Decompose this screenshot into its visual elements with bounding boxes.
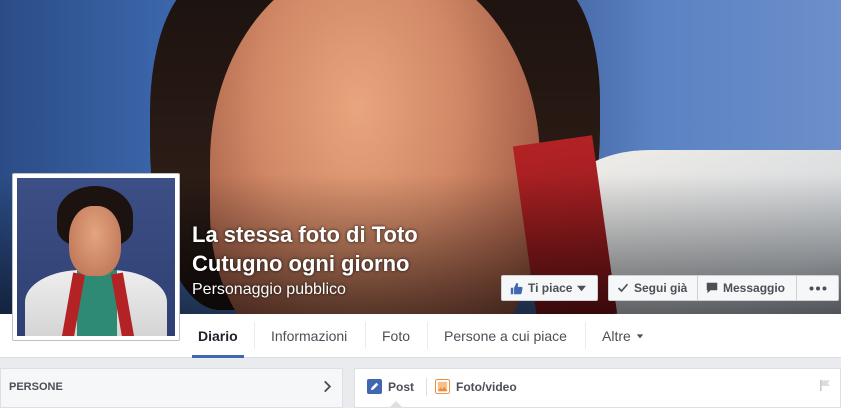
profile-picture[interactable] xyxy=(12,173,180,341)
follow-button-label: Segui già xyxy=(634,281,688,295)
composer-tab-post[interactable]: Post xyxy=(367,379,414,394)
pencil-icon xyxy=(367,379,382,394)
like-button[interactable]: Ti piace xyxy=(501,275,598,301)
profile-face xyxy=(69,206,121,276)
persone-section[interactable]: PERSONE xyxy=(0,368,343,408)
message-icon xyxy=(706,282,718,294)
message-button-label: Messaggio xyxy=(723,281,786,295)
flag-icon[interactable] xyxy=(819,379,832,392)
tab-foto[interactable]: Foto xyxy=(382,314,410,357)
composer-tab-post-label: Post xyxy=(388,379,415,394)
photo-icon xyxy=(435,379,450,394)
tab-divider xyxy=(254,322,255,349)
page-category[interactable]: Personaggio pubblico xyxy=(192,281,346,299)
post-composer: Post Foto/video xyxy=(354,368,841,408)
tab-divider xyxy=(365,322,366,349)
caret-down-icon xyxy=(636,333,643,338)
like-button-label: Ti piace xyxy=(528,281,573,295)
composer-divider xyxy=(426,378,427,396)
more-options-button[interactable] xyxy=(796,275,839,301)
tab-altre-label: Altre xyxy=(602,327,631,344)
tab-persone-a-cui-piace[interactable]: Persone a cui piace xyxy=(444,314,567,357)
tab-divider xyxy=(427,322,428,349)
chevron-right-icon[interactable] xyxy=(323,380,332,393)
tab-informazioni[interactable]: Informazioni xyxy=(271,314,347,357)
composer-tab-photo-video[interactable]: Foto/video xyxy=(435,379,517,394)
message-button[interactable]: Messaggio xyxy=(697,275,797,301)
thumbs-up-icon xyxy=(510,282,523,294)
check-icon xyxy=(617,283,629,293)
tab-diario[interactable]: Diario xyxy=(192,314,244,358)
persone-section-label: PERSONE xyxy=(9,381,63,393)
caret-down-icon xyxy=(577,285,587,291)
tab-altre[interactable]: Altre xyxy=(602,314,644,357)
composer-tab-photo-video-label: Foto/video xyxy=(456,379,517,394)
page-title[interactable]: La stessa foto di Toto Cutugno ogni gior… xyxy=(192,220,492,278)
more-dots-icon xyxy=(809,286,826,290)
follow-button[interactable]: Segui già xyxy=(608,275,698,301)
active-tab-indicator xyxy=(389,401,403,408)
profile-picture-image xyxy=(17,178,175,336)
tab-divider xyxy=(585,322,586,349)
